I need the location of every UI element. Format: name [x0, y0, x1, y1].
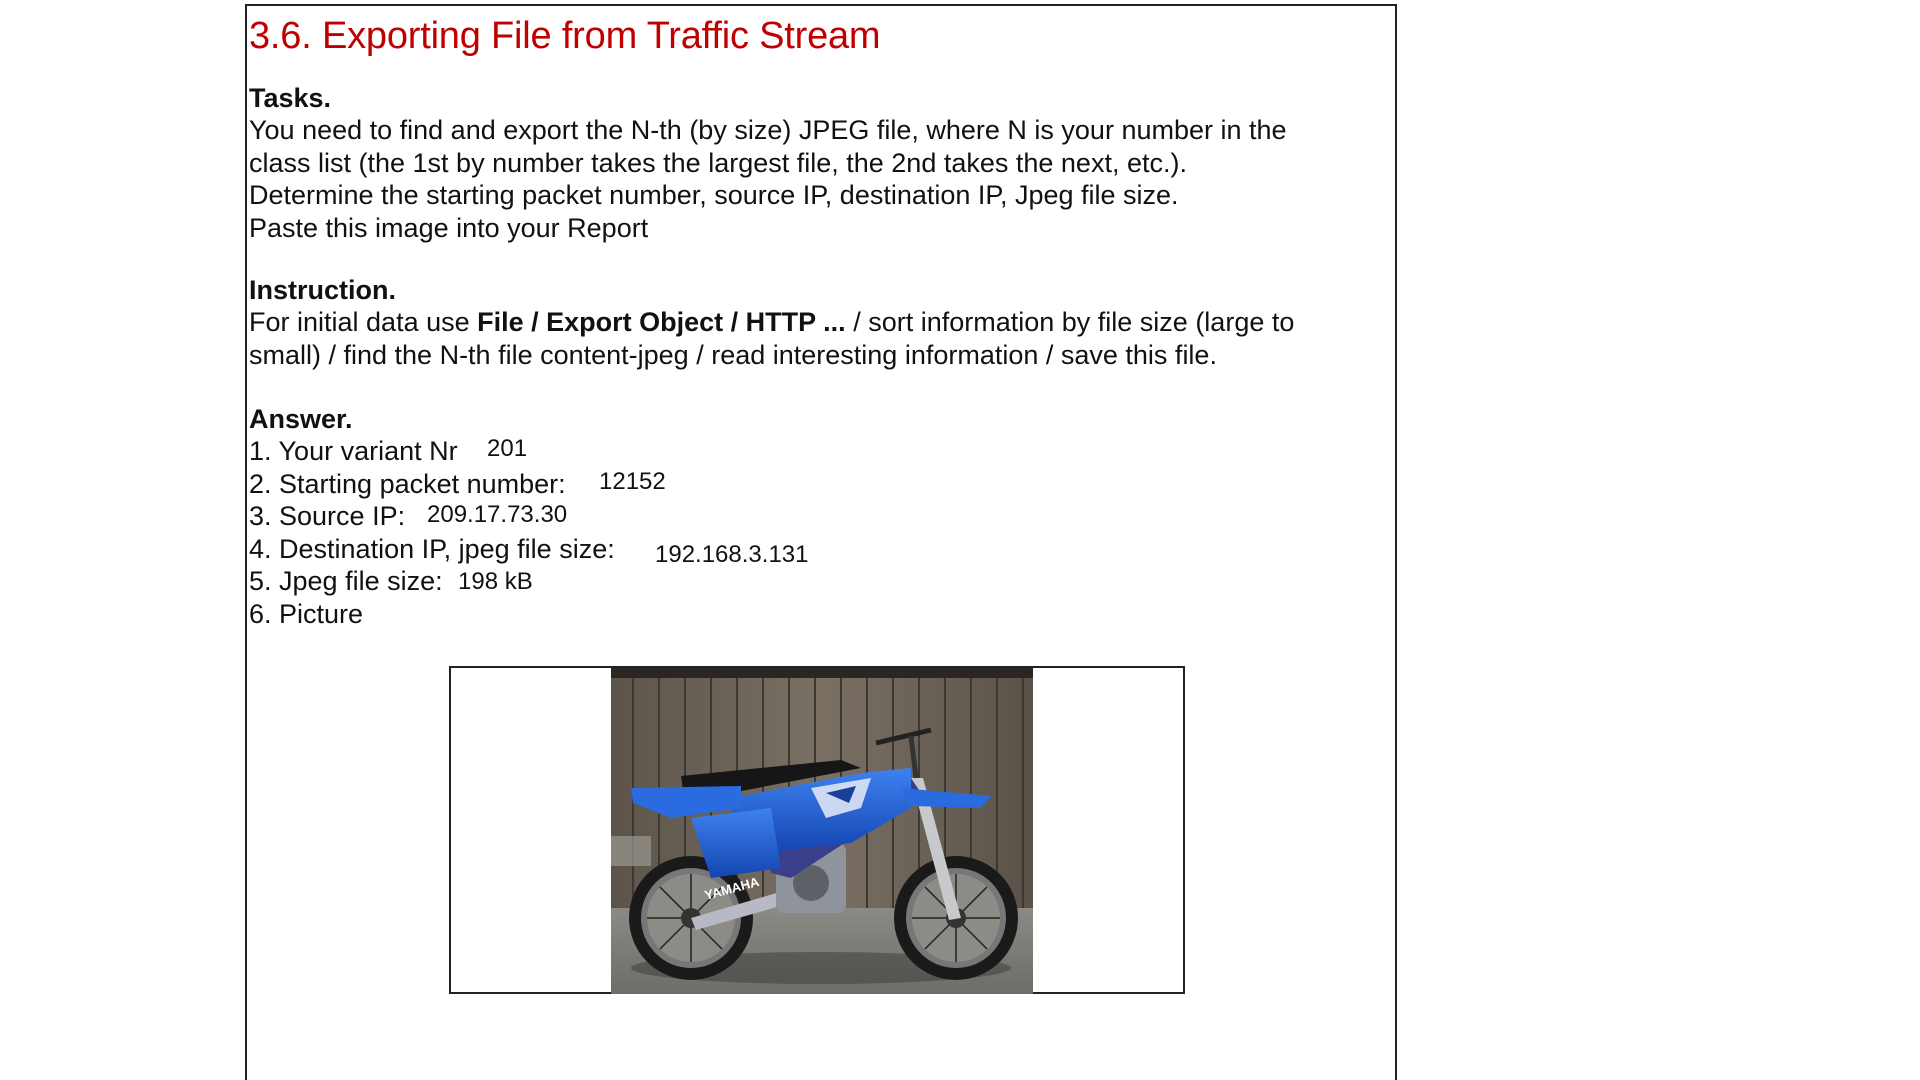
answer-item-file-size: 5. Jpeg file size: 198 kB	[249, 565, 1395, 598]
motorcycle-photo: YAMAHA	[611, 668, 1033, 994]
answer-label: 5. Jpeg file size:	[249, 566, 443, 596]
document-page: 3.6. Exporting File from Traffic Stream …	[245, 4, 1397, 1080]
instruction-title: Instruction.	[249, 275, 396, 305]
instruction-line-1: For initial data use File / Export Objec…	[249, 306, 1395, 339]
answer-item-destination-ip: 4. Destination IP, jpeg file size: 192.1…	[249, 533, 1395, 568]
answer-label: 3. Source IP:	[249, 501, 406, 531]
tasks-line-1: You need to find and export the N-th (by…	[249, 115, 1287, 145]
tasks-line-2: class list (the 1st by number takes the …	[249, 147, 1187, 178]
answer-item-source-ip: 3. Source IP: 209.17.73.30	[249, 500, 1395, 533]
instruction-prefix: For initial data use	[249, 307, 478, 337]
answer-item-picture: 6. Picture	[249, 598, 1395, 631]
picture-frame: YAMAHA	[449, 666, 1185, 994]
tasks-title: Tasks.	[249, 83, 332, 113]
answer-label: 6. Picture	[249, 598, 364, 629]
instruction-suffix: / sort information by file size (large t…	[845, 307, 1295, 337]
answer-value: 209.17.73.30	[427, 501, 568, 528]
answer-value: 201	[487, 435, 528, 462]
answer-value: 198 kB	[458, 568, 533, 595]
answer-value: 12152	[599, 467, 666, 495]
document-content: 3.6. Exporting File from Traffic Stream …	[249, 6, 1395, 630]
tasks-line-4: Paste this image into your Report	[249, 212, 649, 243]
answer-title: Answer.	[249, 404, 353, 434]
section-heading: 3.6. Exporting File from Traffic Stream	[249, 15, 881, 57]
tasks-line-3: Determine the starting packet number, so…	[249, 180, 1179, 210]
answer-label: 2. Starting packet number:	[249, 468, 566, 499]
instruction-line-2: small) / find the N-th file content-jpeg…	[249, 339, 1217, 370]
answer-item-variant: 1. Your variant Nr 201	[249, 435, 1395, 468]
answer-item-packet-number: 2. Starting packet number: 12152	[249, 468, 1395, 501]
answer-label: 4. Destination IP, jpeg file size:	[249, 533, 615, 564]
instruction-menu-path: File / Export Object / HTTP ...	[477, 307, 846, 337]
answer-label: 1. Your variant Nr	[249, 436, 458, 466]
motorcycle-image: YAMAHA	[611, 668, 1033, 994]
